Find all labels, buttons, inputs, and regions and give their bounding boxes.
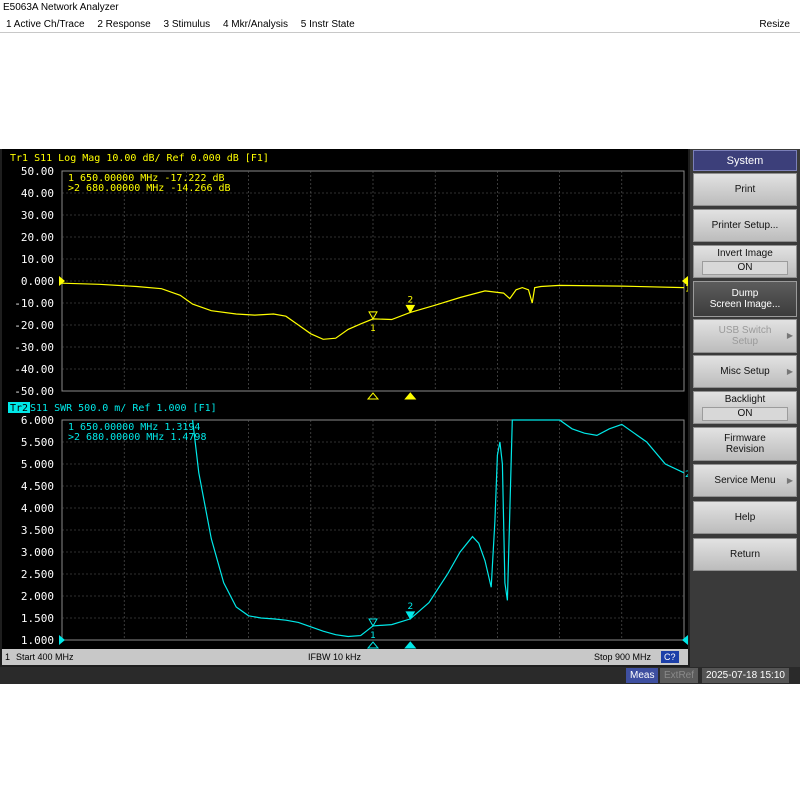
status-bar: 1 Start 400 MHz IFBW 10 kHz Stop 900 MHz…	[2, 649, 688, 665]
tr1-ytick-label: -50.00	[14, 385, 54, 398]
tr2-ytick-label: 4.500	[21, 480, 54, 493]
measurement-screen[interactable]: Tr1 S11 Log Mag 10.00 dB/ Ref 0.000 dB […	[2, 149, 688, 649]
menu-active-ch-trace[interactable]: 1 Active Ch/Trace	[0, 16, 89, 33]
tr1-header: Tr1 S11 Log Mag 10.00 dB/ Ref 0.000 dB […	[10, 153, 269, 164]
meas-indicator: Meas	[626, 668, 659, 683]
tr2-header-badge: Tr2	[10, 403, 28, 414]
tr2-ref-arrow-right-icon	[682, 635, 688, 645]
firmware-revision-button[interactable]: Firmware Revision	[693, 427, 797, 461]
tr1-ytick-label: 0.000	[21, 275, 54, 288]
softkey-menu-title: System	[693, 150, 797, 171]
tr2-trace-line	[192, 419, 685, 638]
tr1-ytick-label: 10.00	[21, 253, 54, 266]
tr1-ytick-label: 40.00	[21, 187, 54, 200]
usb-switch-setup-button[interactable]: USB Switch Setup ▶	[693, 319, 797, 353]
channel-number: 1	[5, 652, 11, 662]
tr2-trace-end-label: 2	[685, 470, 688, 480]
submenu-arrow-icon: ▶	[786, 331, 793, 340]
backlight-button[interactable]: Backlight ON	[693, 391, 797, 424]
tr1-ytick-label: -10.00	[14, 297, 54, 310]
tr1-marker-2-label: 2	[407, 295, 413, 305]
tr1-ytick-label: -40.00	[14, 363, 54, 376]
tr2-stimulus-marker-1-icon	[366, 641, 380, 649]
ifbw-value[interactable]: IFBW 10 kHz	[308, 649, 361, 665]
bottom-status-bar: Meas ExtRef 2025-07-18 15:10	[0, 667, 800, 684]
menu-stimulus[interactable]: 3 Stimulus	[158, 16, 215, 33]
tr2-ytick-label: 3.500	[21, 524, 54, 537]
cal-status-badge: C?	[661, 651, 679, 663]
stop-frequency[interactable]: Stop 900 MHz	[594, 649, 651, 665]
tr2-header: S11 SWR 500.0 m/ Ref 1.000 [F1]	[30, 403, 217, 414]
menu-instr-state[interactable]: 5 Instr State	[295, 16, 359, 33]
menu-mkr-analysis[interactable]: 4 Mkr/Analysis	[217, 16, 292, 33]
tr2-marker-readout-2: >2 680.00000 MHz 1.4798	[68, 432, 206, 443]
tr1-ytick-label: 50.00	[21, 165, 54, 178]
backlight-value: ON	[702, 407, 788, 421]
printer-setup-button[interactable]: Printer Setup...	[693, 209, 797, 242]
tr2-marker-1-label: 1	[370, 631, 376, 641]
tr2-ytick-label: 5.000	[21, 458, 54, 471]
submenu-arrow-icon: ▶	[786, 367, 793, 376]
print-button[interactable]: Print	[693, 173, 797, 206]
window-title: E5063A Network Analyzer	[0, 0, 800, 16]
tr2-ytick-label: 3.000	[21, 546, 54, 559]
menu-response[interactable]: 2 Response	[91, 16, 154, 33]
tr2-stimulus-marker-2-icon	[404, 641, 417, 649]
start-frequency[interactable]: Start 400 MHz	[16, 649, 74, 665]
tr1-marker-1-label: 1	[370, 324, 376, 334]
tr2-ytick-label: 2.000	[21, 590, 54, 603]
return-button[interactable]: Return	[693, 538, 797, 571]
tr1-stimulus-marker-1-icon	[366, 392, 380, 400]
plot-area: Tr1 S11 Log Mag 10.00 dB/ Ref 0.000 dB […	[8, 153, 688, 649]
resize-button[interactable]: Resize	[753, 16, 794, 33]
tr2-ytick-label: 6.000	[21, 414, 54, 427]
invert-image-button[interactable]: Invert Image ON	[693, 245, 797, 278]
tr1-trace-end-label: 1	[685, 285, 688, 295]
tr2-ytick-label: 5.500	[21, 436, 54, 449]
invert-image-value: ON	[702, 261, 788, 275]
extref-indicator: ExtRef	[660, 668, 699, 683]
analyzer-app: Tr1 S11 Log Mag 10.00 dB/ Ref 0.000 dB […	[0, 116, 800, 684]
tr2-ytick-label: 2.500	[21, 568, 54, 581]
tr2-marker-2-label: 2	[407, 602, 413, 612]
misc-setup-button[interactable]: Misc Setup ▶	[693, 355, 797, 388]
dump-screen-image-button[interactable]: Dump Screen Image...	[693, 281, 797, 317]
tr1-stimulus-marker-2-icon	[404, 392, 417, 400]
tr1-marker-readout-2: >2 680.00000 MHz -14.266 dB	[68, 183, 231, 194]
tr2-ytick-label: 4.000	[21, 502, 54, 515]
tr1-ytick-label: 30.00	[21, 209, 54, 222]
service-menu-button[interactable]: Service Menu ▶	[693, 464, 797, 497]
submenu-arrow-icon: ▶	[786, 476, 793, 485]
tr1-ytick-label: 20.00	[21, 231, 54, 244]
help-button[interactable]: Help	[693, 501, 797, 534]
tr1-ytick-label: -20.00	[14, 319, 54, 332]
tr2-ytick-label: 1.000	[21, 634, 54, 647]
tr1-ytick-label: -30.00	[14, 341, 54, 354]
datetime-display: 2025-07-18 15:10	[702, 668, 789, 683]
menu-bar: 1 Active Ch/Trace 2 Response 3 Stimulus …	[0, 16, 800, 33]
tr2-ytick-label: 1.500	[21, 612, 54, 625]
softkey-panel: System Print Printer Setup... Invert Ima…	[690, 149, 800, 684]
